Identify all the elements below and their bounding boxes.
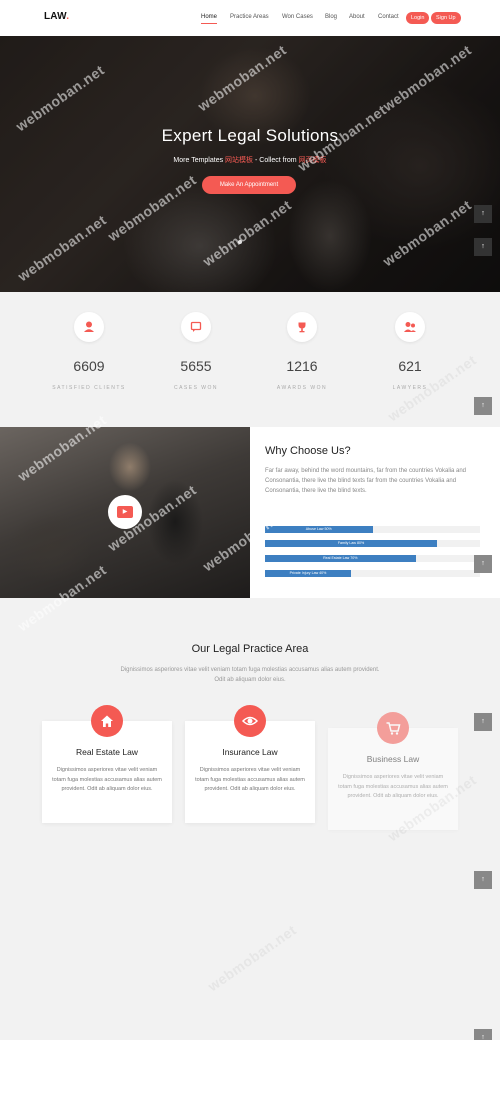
nav-practice-areas[interactable]: Practice Areas xyxy=(230,14,269,20)
home-icon xyxy=(91,705,123,737)
scroll-top-button[interactable]: ↑ xyxy=(474,713,492,731)
stat-label: Cases Won xyxy=(173,385,219,391)
user-icon xyxy=(74,312,104,342)
scroll-top-button[interactable]: ↑ xyxy=(474,238,492,256)
login-button[interactable]: Login xyxy=(406,12,430,24)
skill-bar-label: Real Estate Law 70% xyxy=(323,556,358,560)
stat-cases-won: 5655 Cases Won xyxy=(156,312,236,391)
hero-title: Expert Legal Solutions xyxy=(161,126,339,145)
section-title: Why Choose Us? xyxy=(265,445,351,457)
stat-number: 5655 xyxy=(180,358,212,374)
card-title: Real Estate Law xyxy=(76,747,138,757)
chat-icon xyxy=(181,312,211,342)
practice-card-real-estate[interactable]: Real Estate Law Dignissimos asperiores v… xyxy=(42,705,172,823)
card-title: Insurance Law xyxy=(222,747,278,757)
scroll-top-button[interactable]: ↑ xyxy=(474,555,492,573)
scroll-top-button[interactable]: ↑ xyxy=(474,871,492,889)
practice-card-insurance[interactable]: Insurance Law Dignissimos asperiores vit… xyxy=(185,705,315,823)
trophy-icon xyxy=(287,312,317,342)
hero-subtitle: More Templates 网站模板 - Collect from 网页模板 xyxy=(173,157,327,164)
nav-home[interactable]: Home xyxy=(201,14,218,24)
practice-card-business[interactable]: Business Law Dignissimos asperiores vita… xyxy=(328,712,458,830)
section-title: Our Legal Practice Area xyxy=(191,643,309,655)
card-title: Business Law xyxy=(366,754,420,764)
stat-number: 1216 xyxy=(286,358,318,374)
people-icon xyxy=(395,312,425,342)
stat-awards-won: 1216 Awards Won xyxy=(262,312,342,391)
play-icon: ▶ xyxy=(117,506,133,518)
nav-won-cases[interactable]: Won Cases xyxy=(282,14,313,20)
stat-number: 6609 xyxy=(73,358,105,374)
skill-bar: Private Injury Law 40% xyxy=(265,570,480,577)
stat-number: 621 xyxy=(398,358,422,374)
scroll-top-button[interactable]: ↑ xyxy=(474,205,492,223)
nav-about[interactable]: About xyxy=(349,14,365,20)
stat-label: Awards Won xyxy=(276,385,328,391)
appointment-button[interactable]: Make An Appointment xyxy=(202,176,296,194)
card-text: Dignissimos asperiores vitae velit venia… xyxy=(195,767,305,792)
footer xyxy=(0,1040,500,1100)
card-text: Dignissimos asperiores vitae velit venia… xyxy=(52,767,162,792)
hero-link-1[interactable]: 网站模板 xyxy=(225,157,253,164)
section-subtitle: Dignissimos asperiores vitae velit venia… xyxy=(120,667,380,683)
logo[interactable]: LAW. xyxy=(44,11,69,22)
scroll-top-button[interactable]: ↑ xyxy=(474,397,492,415)
cart-icon xyxy=(377,712,409,744)
skill-bar-label: Family Law 80% xyxy=(337,541,365,545)
stat-satisfied-clients: 6609 Satisfied Clients xyxy=(49,312,129,391)
signup-button[interactable]: Sign Up xyxy=(431,12,461,24)
nav-blog[interactable]: Blog xyxy=(325,14,337,20)
skill-bar: Family Law 80% xyxy=(265,540,480,547)
section-text: Far far away, behind the word mountains,… xyxy=(265,468,466,494)
skill-bar-label: Abuse Law 50% xyxy=(305,527,332,531)
skill-bar: Abuse Law 50% xyxy=(265,526,480,533)
skill-bar: Real Estate Law 70% xyxy=(265,555,480,562)
stats-section: 6609 Satisfied Clients 5655 Cases Won 12… xyxy=(0,292,500,427)
skill-bar-label: Private Injury Law 40% xyxy=(289,571,327,575)
why-choose-image: ▶ xyxy=(0,427,250,598)
stat-label: Satisfied Clients xyxy=(52,385,126,391)
nav-contact[interactable]: Contact xyxy=(378,14,399,20)
top-navbar: LAW. Home Practice Areas Won Cases Blog … xyxy=(0,0,500,36)
eye-icon xyxy=(234,705,266,737)
